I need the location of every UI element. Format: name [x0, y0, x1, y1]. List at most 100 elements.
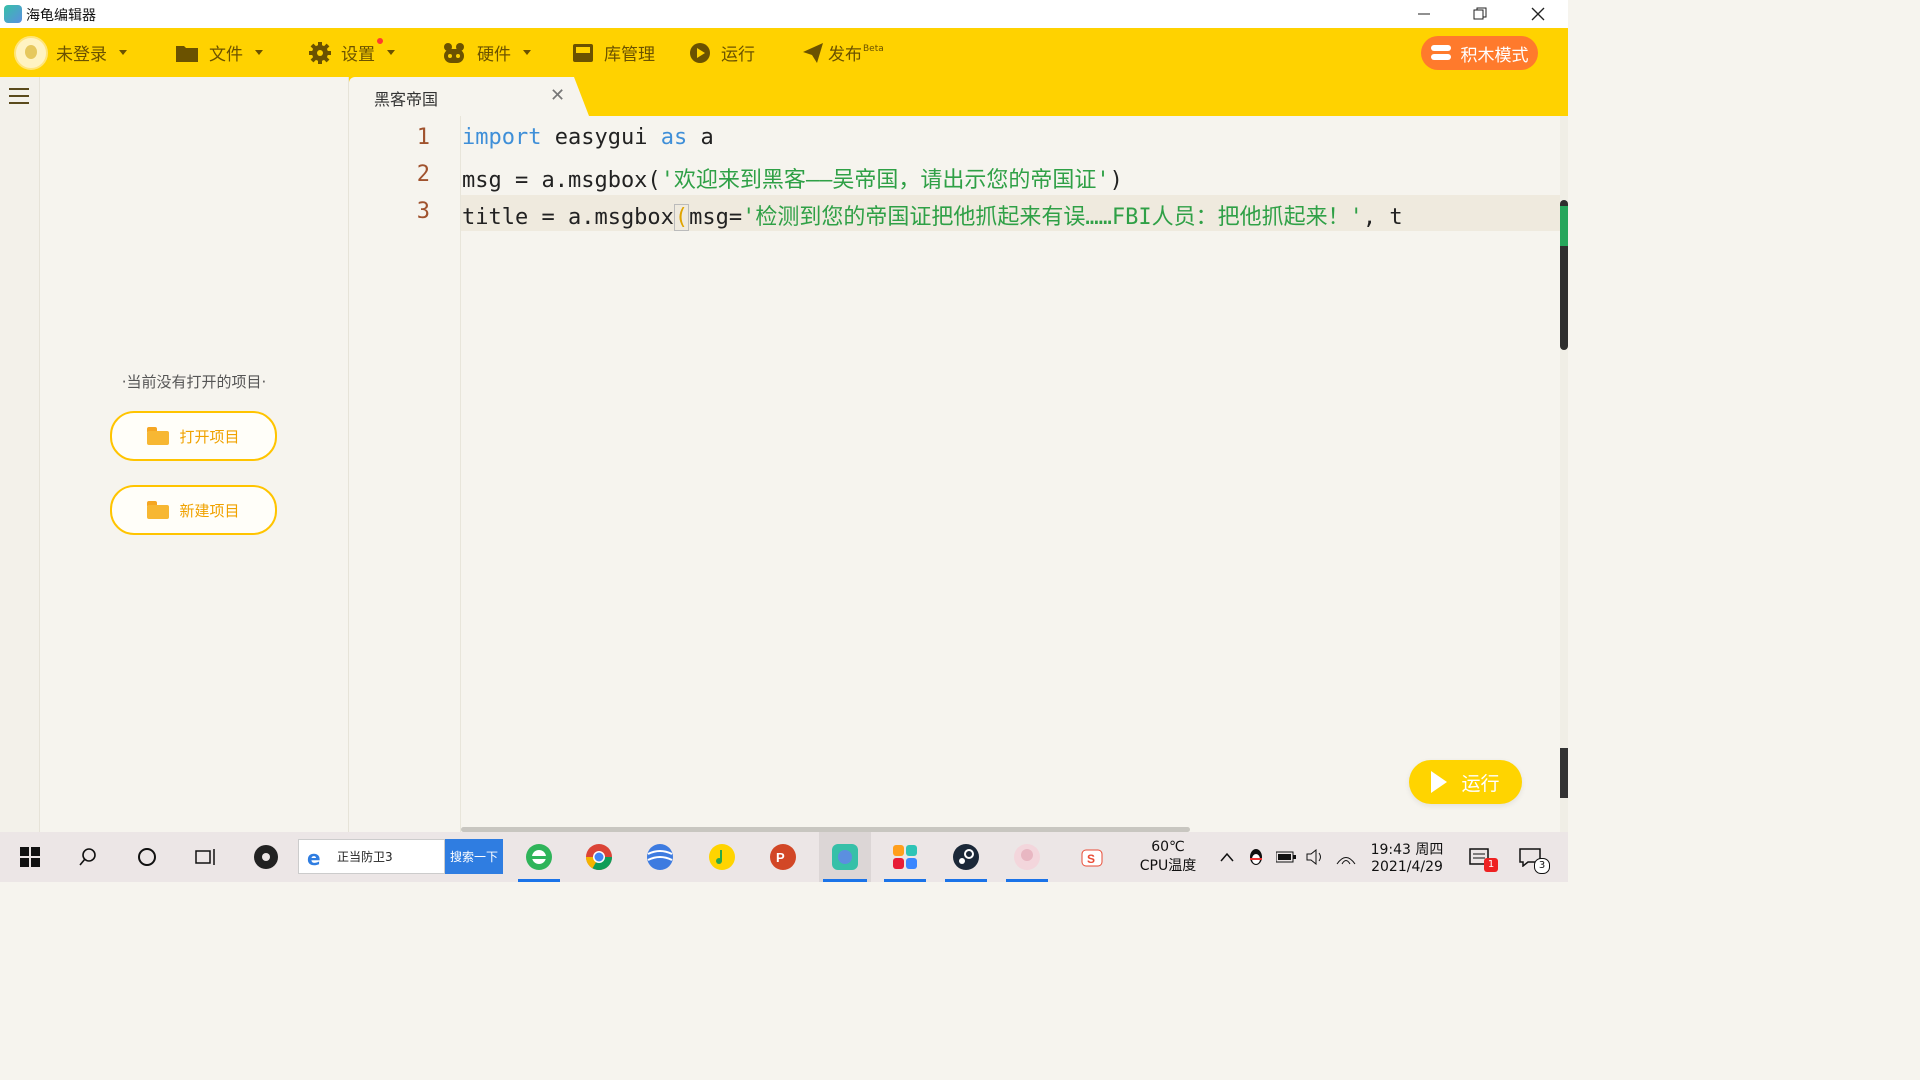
- search-query: 正当防卫3: [337, 850, 393, 864]
- open-project-button[interactable]: 打开项目: [110, 411, 277, 461]
- blocks-icon: [1430, 45, 1451, 60]
- browser-e-icon: [526, 844, 552, 870]
- code-line[interactable]: import easygui as a: [462, 125, 714, 150]
- run-button[interactable]: 运行: [1409, 760, 1522, 804]
- windows-icon: [20, 847, 40, 867]
- chevron-down-icon: [255, 50, 263, 55]
- avatar: [14, 35, 48, 70]
- taskbar-app-anime[interactable]: [1002, 832, 1052, 882]
- gear-icon: [309, 41, 331, 64]
- minimize-icon: [1418, 13, 1430, 15]
- sogou-icon: S: [1081, 849, 1103, 867]
- svg-text:S: S: [1087, 852, 1095, 866]
- title-bar: 海龟编辑器: [0, 0, 1568, 28]
- window-title: 海龟编辑器: [26, 8, 96, 24]
- close-button[interactable]: [1511, 0, 1565, 28]
- taskbar-app-ie[interactable]: [514, 832, 564, 882]
- anime-app-icon: [1014, 844, 1040, 870]
- code-token-kw: import: [462, 125, 542, 150]
- clock-date: 2021/4/29: [1371, 859, 1443, 875]
- code-line[interactable]: title = a.msgbox(msg='检测到您的帝国证把他抓起来有误……F…: [462, 199, 1560, 231]
- tray-qq[interactable]: [1242, 832, 1270, 882]
- vertical-scrollbar[interactable]: [1560, 116, 1568, 832]
- system-clock[interactable]: 19:43 周四 2021/4/29: [1362, 839, 1452, 875]
- speaker-icon: [1306, 849, 1321, 865]
- folder-plus-icon: [147, 501, 170, 519]
- menu-icon[interactable]: [9, 88, 29, 109]
- taskbar-app-chrome[interactable]: [574, 832, 624, 882]
- taskbar-app-earth[interactable]: [635, 832, 685, 882]
- cpu-temperature: 60℃ CPU温度: [1128, 839, 1208, 875]
- battery-icon: [1276, 851, 1296, 863]
- cpu-temp-value: 60℃: [1151, 839, 1185, 855]
- search-button[interactable]: [68, 832, 108, 882]
- code-token-str: '欢迎来到黑客——吴帝国，请出示您的帝国证': [660, 168, 1110, 193]
- tray-overflow-button[interactable]: [1214, 832, 1240, 882]
- steam-icon: [953, 844, 979, 870]
- notification-dot: [377, 38, 383, 44]
- code-token-bracket: (: [673, 204, 690, 231]
- browser-search-box[interactable]: e 正当防卫3: [298, 839, 445, 874]
- taskbar-app-flower[interactable]: [880, 832, 930, 882]
- run-menu-button[interactable]: 运行: [689, 28, 755, 77]
- folder-icon: [147, 427, 170, 445]
- block-mode-button[interactable]: 积木模式: [1421, 36, 1538, 70]
- taskbar-app-powerpoint[interactable]: P: [758, 832, 808, 882]
- cpu-temp-label: CPU温度: [1139, 858, 1197, 874]
- hardware-label: 硬件: [477, 45, 511, 65]
- search-button-label: 搜索一下: [449, 850, 498, 864]
- play-icon: [1431, 771, 1448, 793]
- user-menu[interactable]: 未登录: [14, 28, 127, 77]
- action-center-button[interactable]: 3: [1510, 832, 1550, 882]
- settings-menu[interactable]: 设置: [309, 28, 395, 77]
- paper-plane-icon: [803, 42, 823, 63]
- ie-icon: e: [307, 846, 321, 870]
- music-icon: [709, 844, 735, 870]
- chrome-icon: [585, 844, 613, 871]
- cortana-button[interactable]: [127, 832, 167, 882]
- start-button[interactable]: [10, 832, 50, 882]
- minimize-button[interactable]: [1397, 0, 1451, 28]
- inbox-icon: [573, 43, 593, 62]
- line-number: 2: [416, 162, 430, 187]
- task-view-icon: [195, 849, 215, 865]
- tray-wifi[interactable]: [1332, 832, 1360, 882]
- globe-icon: [647, 844, 673, 870]
- user-label: 未登录: [56, 45, 107, 65]
- pinned-app[interactable]: [246, 832, 286, 882]
- search-icon: [79, 848, 96, 866]
- tab-heike-diguo[interactable]: 黑客帝国 ✕: [349, 77, 589, 116]
- taskbar-app-turtle-editor[interactable]: [819, 832, 871, 882]
- restore-icon: [1473, 7, 1487, 20]
- code-line[interactable]: msg = a.msgbox('欢迎来到黑客——吴帝国，请出示您的帝国证'): [462, 162, 1123, 194]
- code-token-str: '检测到您的帝国证把他抓起来有误……FBI人员：把他抓起来！': [742, 205, 1363, 230]
- cortana-icon: [138, 848, 156, 866]
- project-panel: ·当前没有打开的项目· 打开项目 新建项目: [40, 77, 349, 832]
- code-token-kw: as: [660, 125, 688, 150]
- notes-button[interactable]: 1: [1460, 832, 1500, 882]
- code-token-plain: msg=: [689, 205, 743, 230]
- task-view-button[interactable]: [186, 832, 226, 882]
- browser-search-button[interactable]: 搜索一下: [445, 839, 503, 874]
- new-project-button[interactable]: 新建项目: [110, 485, 277, 535]
- tray-volume[interactable]: [1302, 832, 1330, 882]
- code-token-plain: ): [1109, 168, 1123, 193]
- hardware-menu[interactable]: 硬件: [441, 28, 531, 77]
- line-number: 1: [416, 125, 430, 150]
- restore-button[interactable]: [1453, 0, 1507, 28]
- file-menu[interactable]: 文件: [175, 28, 263, 77]
- code-token-plain: , t: [1362, 205, 1403, 230]
- clock-time: 19:43 周四: [1370, 842, 1444, 858]
- taskbar-app-music[interactable]: [697, 832, 747, 882]
- tray-input-method[interactable]: S: [1072, 832, 1112, 882]
- play-circle-icon: [690, 42, 710, 63]
- close-icon[interactable]: ✕: [550, 85, 565, 106]
- publish-button[interactable]: 发布 Beta: [802, 28, 884, 77]
- open-project-label: 打开项目: [179, 427, 240, 446]
- activity-bar: [0, 77, 40, 832]
- wifi-icon: [1336, 857, 1356, 865]
- taskbar-app-steam[interactable]: [941, 832, 991, 882]
- run-button-label: 运行: [1461, 772, 1500, 795]
- tray-battery[interactable]: [1272, 832, 1300, 882]
- library-button[interactable]: 库管理: [572, 28, 655, 77]
